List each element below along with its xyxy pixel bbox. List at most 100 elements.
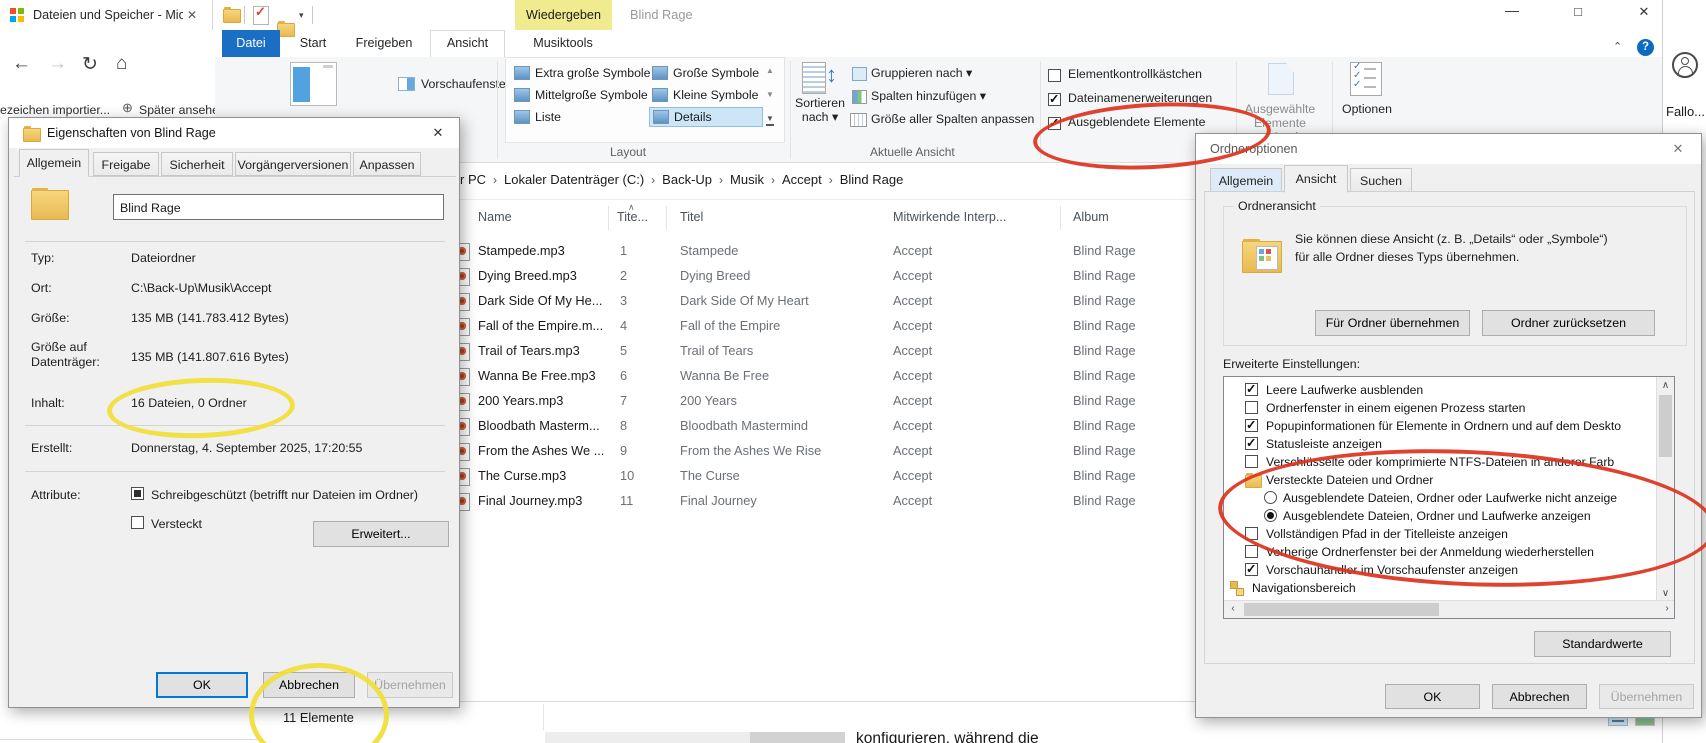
navigation-pane-icon[interactable] <box>290 62 337 106</box>
browser-tab[interactable]: Dateien und Speicher - Microso ✕ <box>0 0 213 30</box>
browser-home-icon[interactable]: ⌂ <box>116 53 127 75</box>
file-artist: Accept <box>893 268 933 283</box>
setting-checkbox[interactable] <box>1245 545 1258 558</box>
advanced-setting-item[interactable]: Vorherige Ordnerfenster bei der Anmeldun… <box>1224 544 1659 561</box>
file-album: Blind Rage <box>1073 393 1136 408</box>
reset-folders-button[interactable]: Ordner zurücksetzen <box>1482 310 1655 336</box>
bookmark-import[interactable]: ezeichen importier... <box>0 103 110 117</box>
browser-page-divider <box>0 739 262 740</box>
properties-tab-vorgängerversionen[interactable]: Vorgängerversionen <box>235 152 351 176</box>
setting-tree-icon <box>1230 581 1244 596</box>
tab-start[interactable]: Start <box>288 30 338 57</box>
help-icon[interactable]: ? <box>1637 39 1654 56</box>
advanced-setting-item[interactable]: Ordnerfenster in einem eigenen Prozess s… <box>1224 400 1659 417</box>
setting-checkbox[interactable] <box>1245 562 1258 576</box>
advanced-setting-item[interactable]: Statusleiste anzeigen <box>1224 436 1659 453</box>
browser-reload-icon[interactable]: ↻ <box>82 53 98 76</box>
advanced-setting-item[interactable]: Ausgeblendete Dateien, Ordner oder Laufw… <box>1224 490 1659 507</box>
ok-button[interactable]: OK <box>156 672 248 698</box>
fo-apply-button[interactable]: Übernehmen <box>1599 684 1694 709</box>
browser-bottom-strip <box>750 731 845 743</box>
setting-checkbox[interactable] <box>1245 527 1258 540</box>
account-icon[interactable] <box>1672 52 1698 78</box>
file-title: Dark Side Of My Heart <box>680 293 809 308</box>
setting-checkbox[interactable] <box>1245 418 1258 432</box>
properties-tab-anpassen[interactable]: Anpassen <box>353 152 421 176</box>
qat-properties-icon[interactable]: ✓ <box>253 4 269 25</box>
scroll-right-icon[interactable]: › <box>1660 602 1674 616</box>
properties-tab-freigabe[interactable]: Freigabe <box>93 152 159 176</box>
tab-datei[interactable]: Datei <box>222 30 280 57</box>
properties-close-icon[interactable]: ✕ <box>423 118 453 147</box>
setting-radio[interactable] <box>1264 509 1277 522</box>
tab-close-icon[interactable]: ✕ <box>187 8 197 22</box>
microsoft-logo-icon <box>10 8 24 22</box>
file-artist: Accept <box>893 368 933 383</box>
qat-customize-icon[interactable]: ▾ <box>299 10 304 21</box>
file-artist: Accept <box>893 318 933 333</box>
advanced-setting-item[interactable]: Verschlüsselte oder komprimierte NTFS-Da… <box>1224 454 1659 471</box>
advanced-setting-item[interactable]: Navigationsbereich <box>1224 580 1659 597</box>
file-name: From the Ashes We ... <box>478 443 605 458</box>
cancel-button[interactable]: Abbrechen <box>263 672 355 698</box>
setting-checkbox[interactable] <box>1245 401 1258 414</box>
maximize-button[interactable]: □ <box>1558 4 1598 26</box>
tab-freigeben[interactable]: Freigeben <box>348 30 420 57</box>
setting-label: Vorschauhandler im Vorschaufenster anzei… <box>1266 563 1519 577</box>
file-title: From the Ashes We Rise <box>680 443 822 458</box>
scroll-left-icon[interactable]: ‹ <box>1226 602 1240 616</box>
folder-options-tab-suchen[interactable]: Suchen <box>1350 168 1412 192</box>
setting-checkbox[interactable] <box>1245 455 1258 468</box>
folder-options-close-icon[interactable]: ✕ <box>1663 134 1693 163</box>
collapse-ribbon-icon[interactable]: ⌃ <box>1613 40 1622 53</box>
browser-forward-icon[interactable]: → <box>48 53 67 75</box>
readonly-checkbox[interactable] <box>131 487 144 500</box>
hidden-checkbox[interactable] <box>131 516 144 529</box>
attributes-label: Attribute: <box>31 488 81 502</box>
vertical-scrollbar[interactable]: ∧ ∨ <box>1656 377 1674 603</box>
minimize-button[interactable]: — <box>1492 2 1532 24</box>
horizontal-scrollbar[interactable]: ‹ › <box>1224 600 1674 618</box>
advanced-setting-item[interactable]: Vollständigen Pfad in der Titelleiste an… <box>1224 526 1659 543</box>
file-track: 7 <box>620 393 628 408</box>
advanced-setting-item[interactable]: Popupinformationen für Elemente in Ordne… <box>1224 418 1659 435</box>
browser-back-icon[interactable]: ← <box>12 53 31 75</box>
fo-cancel-button[interactable]: Abbrechen <box>1492 684 1587 709</box>
properties-tab-sicherheit[interactable]: Sicherheit <box>161 152 233 176</box>
status-separator <box>543 704 544 730</box>
defaults-button[interactable]: Standardwerte <box>1534 631 1671 657</box>
advanced-setting-item[interactable]: Ausgeblendete Dateien, Ordner und Laufwe… <box>1224 508 1659 525</box>
ribbon-checkbox[interactable] <box>1048 91 1061 106</box>
advanced-setting-item[interactable]: Versteckte Dateien und Ordner <box>1224 472 1659 489</box>
folder-name-input[interactable]: Blind Rage <box>113 194 444 220</box>
folder-options-tab-ansicht[interactable]: Ansicht <box>1284 165 1348 193</box>
ribbon-checkbox[interactable] <box>1048 115 1061 130</box>
setting-label: Vollständigen Pfad in der Titelleiste an… <box>1266 527 1508 541</box>
advanced-settings-list[interactable]: Leere Laufwerke ausblenden Ordnerfenster … <box>1223 376 1675 619</box>
advanced-setting-item[interactable]: Vorschauhandler im Vorschaufenster anzei… <box>1224 562 1659 579</box>
property-label: Inhalt: <box>31 396 65 410</box>
close-button[interactable]: ✕ <box>1624 4 1664 26</box>
setting-label: Popupinformationen für Elemente in Ordne… <box>1266 419 1621 433</box>
scroll-up-icon[interactable]: ∧ <box>1657 379 1674 393</box>
folder-options-tab-allgemein[interactable]: Allgemein <box>1210 168 1282 192</box>
file-album: Blind Rage <box>1073 243 1136 258</box>
properties-tab-allgemein[interactable]: Allgemein <box>19 149 89 177</box>
file-track: 9 <box>620 443 628 458</box>
ribbon-checkbox-label: Elementkontrollkästchen <box>1068 67 1202 81</box>
file-title: Bloodbath Mastermind <box>680 418 809 433</box>
scroll-down-icon[interactable]: ∨ <box>1657 587 1674 601</box>
fo-ok-button[interactable]: OK <box>1385 684 1480 709</box>
apply-to-folders-button[interactable]: Für Ordner übernehmen <box>1315 310 1470 336</box>
advanced-setting-item[interactable]: Leere Laufwerke ausblenden <box>1224 382 1659 399</box>
apply-button[interactable]: Übernehmen <box>367 672 453 698</box>
setting-checkbox[interactable] <box>1245 436 1258 450</box>
folder-preview-icon <box>31 188 69 220</box>
file-album: Blind Rage <box>1073 443 1136 458</box>
file-album: Blind Rage <box>1073 493 1136 508</box>
bookmark-later[interactable]: Später ansehe <box>139 103 219 117</box>
setting-radio[interactable] <box>1264 491 1277 504</box>
setting-checkbox[interactable] <box>1245 382 1258 396</box>
advanced-button[interactable]: Erweitert... <box>313 521 449 547</box>
ribbon-checkbox[interactable] <box>1048 69 1061 82</box>
